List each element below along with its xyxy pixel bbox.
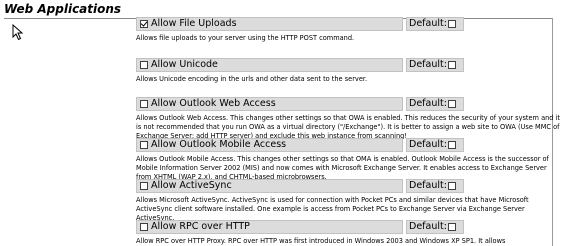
default-bar: Default: [406, 220, 464, 234]
default-bar: Default: [406, 179, 464, 193]
option-allow-activesync: Allow ActiveSync Default: Allows Microso… [136, 179, 529, 223]
option-bar: Allow Unicode [136, 58, 403, 72]
option-bar: Allow ActiveSync [136, 179, 403, 193]
default-label: Default: [409, 180, 447, 191]
option-description: Allows file uploads to your server using… [136, 34, 355, 42]
default-bar: Default: [406, 138, 464, 152]
default-label: Default: [409, 98, 447, 109]
allow-file-uploads-checkbox[interactable] [140, 20, 148, 28]
default-bar: Default: [406, 17, 464, 31]
option-description: Allows Microsoft ActiveSync. ActiveSync … [136, 196, 529, 222]
option-bar: Allow Outlook Mobile Access [136, 138, 403, 152]
default-bar: Default: [406, 97, 464, 111]
default-checkbox[interactable] [448, 61, 456, 69]
option-bar: Allow Outlook Web Access [136, 97, 403, 111]
allow-outlook-web-access-checkbox[interactable] [140, 100, 148, 108]
default-checkbox[interactable] [448, 100, 456, 108]
option-description: Allows Unicode encoding in the urls and … [136, 75, 368, 83]
default-label: Default: [409, 221, 447, 232]
option-description: Allows Outlook Web Access. This changes … [136, 114, 560, 140]
option-bar: Allow RPC over HTTP [136, 220, 403, 234]
option-bar: Allow File Uploads [136, 17, 403, 31]
option-label: Allow Outlook Mobile Access [151, 139, 287, 150]
allow-unicode-checkbox[interactable] [140, 61, 148, 69]
option-description: Allows Outlook Mobile Access. This chang… [136, 155, 549, 181]
option-label: Allow Outlook Web Access [151, 98, 276, 109]
default-checkbox[interactable] [448, 20, 456, 28]
option-label: Allow ActiveSync [151, 180, 232, 191]
allow-rpc-over-http-checkbox[interactable] [140, 223, 148, 231]
default-checkbox[interactable] [448, 182, 456, 190]
option-allow-outlook-web-access: Allow Outlook Web Access Default: Allows… [136, 97, 560, 141]
option-allow-rpc-over-http: Allow RPC over HTTP Default: Allow RPC o… [136, 220, 505, 246]
option-allow-outlook-mobile-access: Allow Outlook Mobile Access Default: All… [136, 138, 549, 182]
option-label: Allow File Uploads [151, 18, 237, 29]
section-title: Web Applications [4, 2, 122, 16]
option-allow-file-uploads: Allow File Uploads Default: Allows file … [136, 17, 464, 43]
default-label: Default: [409, 139, 447, 150]
default-checkbox[interactable] [448, 223, 456, 231]
default-label: Default: [409, 59, 447, 70]
default-bar: Default: [406, 58, 464, 72]
option-label: Allow Unicode [151, 59, 218, 70]
option-description: Allow RPC over HTTP Proxy. RPC over HTTP… [136, 237, 506, 245]
allow-activesync-checkbox[interactable] [140, 182, 148, 190]
option-allow-unicode: Allow Unicode Default: Allows Unicode en… [136, 58, 464, 84]
default-checkbox[interactable] [448, 141, 456, 149]
allow-outlook-mobile-access-checkbox[interactable] [140, 141, 148, 149]
mouse-pointer-icon [12, 24, 24, 41]
option-label: Allow RPC over HTTP [151, 221, 250, 232]
default-label: Default: [409, 18, 447, 29]
